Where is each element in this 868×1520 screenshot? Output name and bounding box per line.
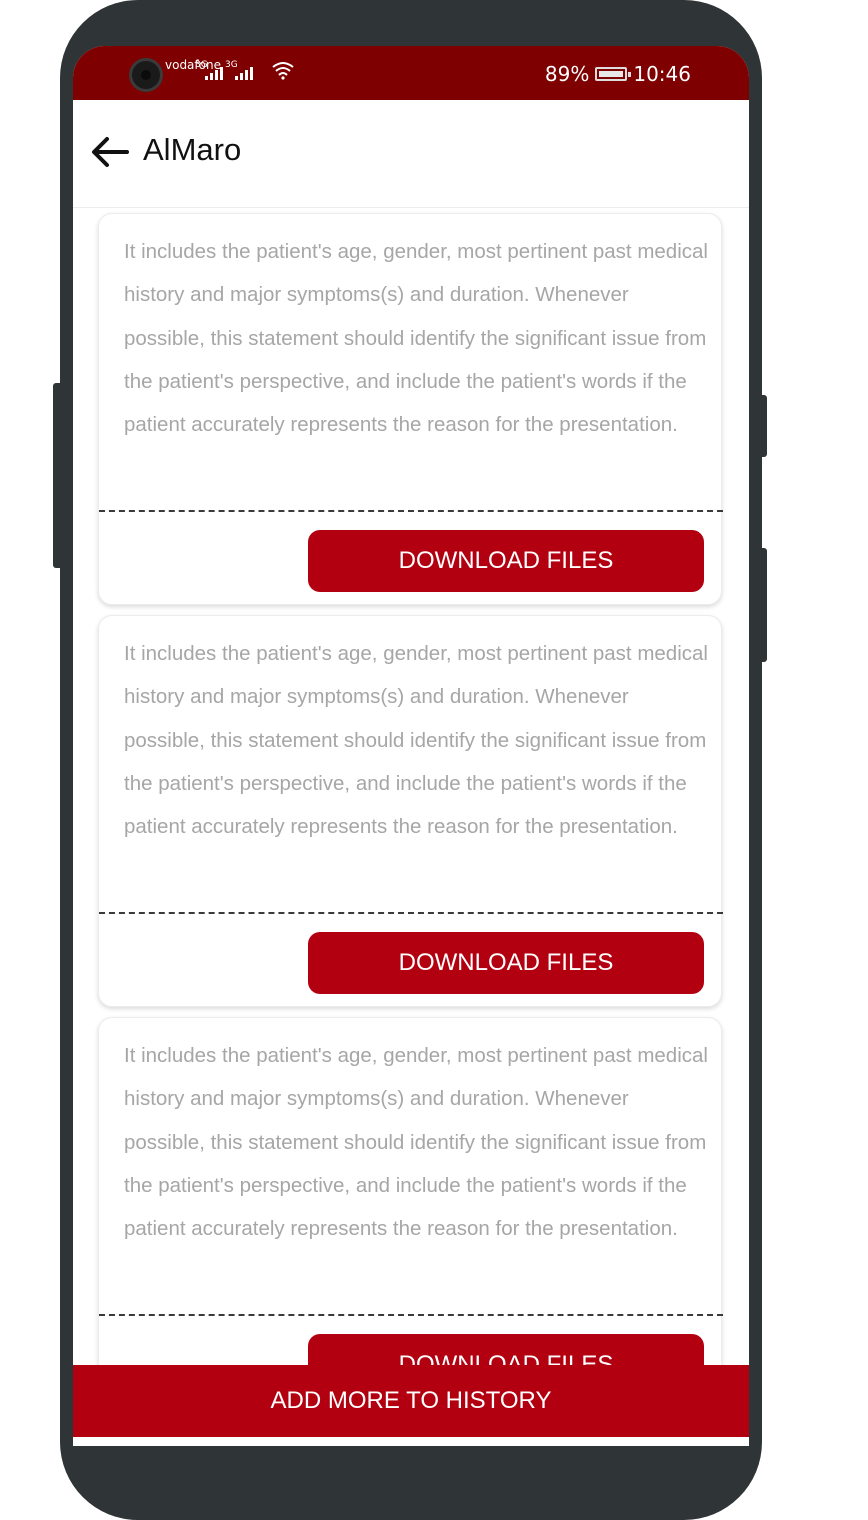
signal-strength-icon: [235, 62, 253, 80]
volume-button: [53, 383, 63, 568]
dashed-divider: [99, 510, 723, 512]
history-card: It includes the patient's age, gender, m…: [98, 615, 723, 1007]
status-right: 89% 10:46: [545, 62, 691, 86]
history-card: It includes the patient's age, gender, m…: [98, 213, 723, 605]
status-bar: vodafone 3G 3G 89% 10:46: [73, 46, 749, 100]
phone-screen: vodafone 3G 3G 89% 10:46 AlMaro It inclu…: [73, 46, 749, 1446]
battery-icon: [595, 67, 632, 81]
wifi-icon: [272, 62, 294, 80]
download-files-button[interactable]: DOWNLOAD FILES: [308, 530, 704, 592]
download-files-button[interactable]: DOWNLOAD FILES: [308, 932, 704, 994]
signal-strength-icon: [205, 62, 223, 80]
history-description: It includes the patient's age, gender, m…: [124, 1044, 708, 1241]
history-description: It includes the patient's age, gender, m…: [124, 642, 708, 839]
power-button: [757, 548, 767, 662]
add-more-to-history-button[interactable]: ADD MORE TO HISTORY: [73, 1365, 749, 1437]
battery-percentage: 89%: [544, 62, 590, 86]
front-camera: [129, 58, 163, 92]
app-bar: AlMaro: [73, 100, 749, 208]
page-title: AlMaro: [143, 132, 242, 167]
history-description: It includes the patient's age, gender, m…: [124, 240, 708, 437]
clock: 10:46: [633, 62, 691, 86]
dashed-divider: [99, 1314, 723, 1316]
side-button: [757, 395, 767, 457]
dashed-divider: [99, 912, 723, 914]
history-card: It includes the patient's age, gender, m…: [98, 1017, 723, 1409]
back-arrow-icon[interactable]: [91, 136, 129, 168]
